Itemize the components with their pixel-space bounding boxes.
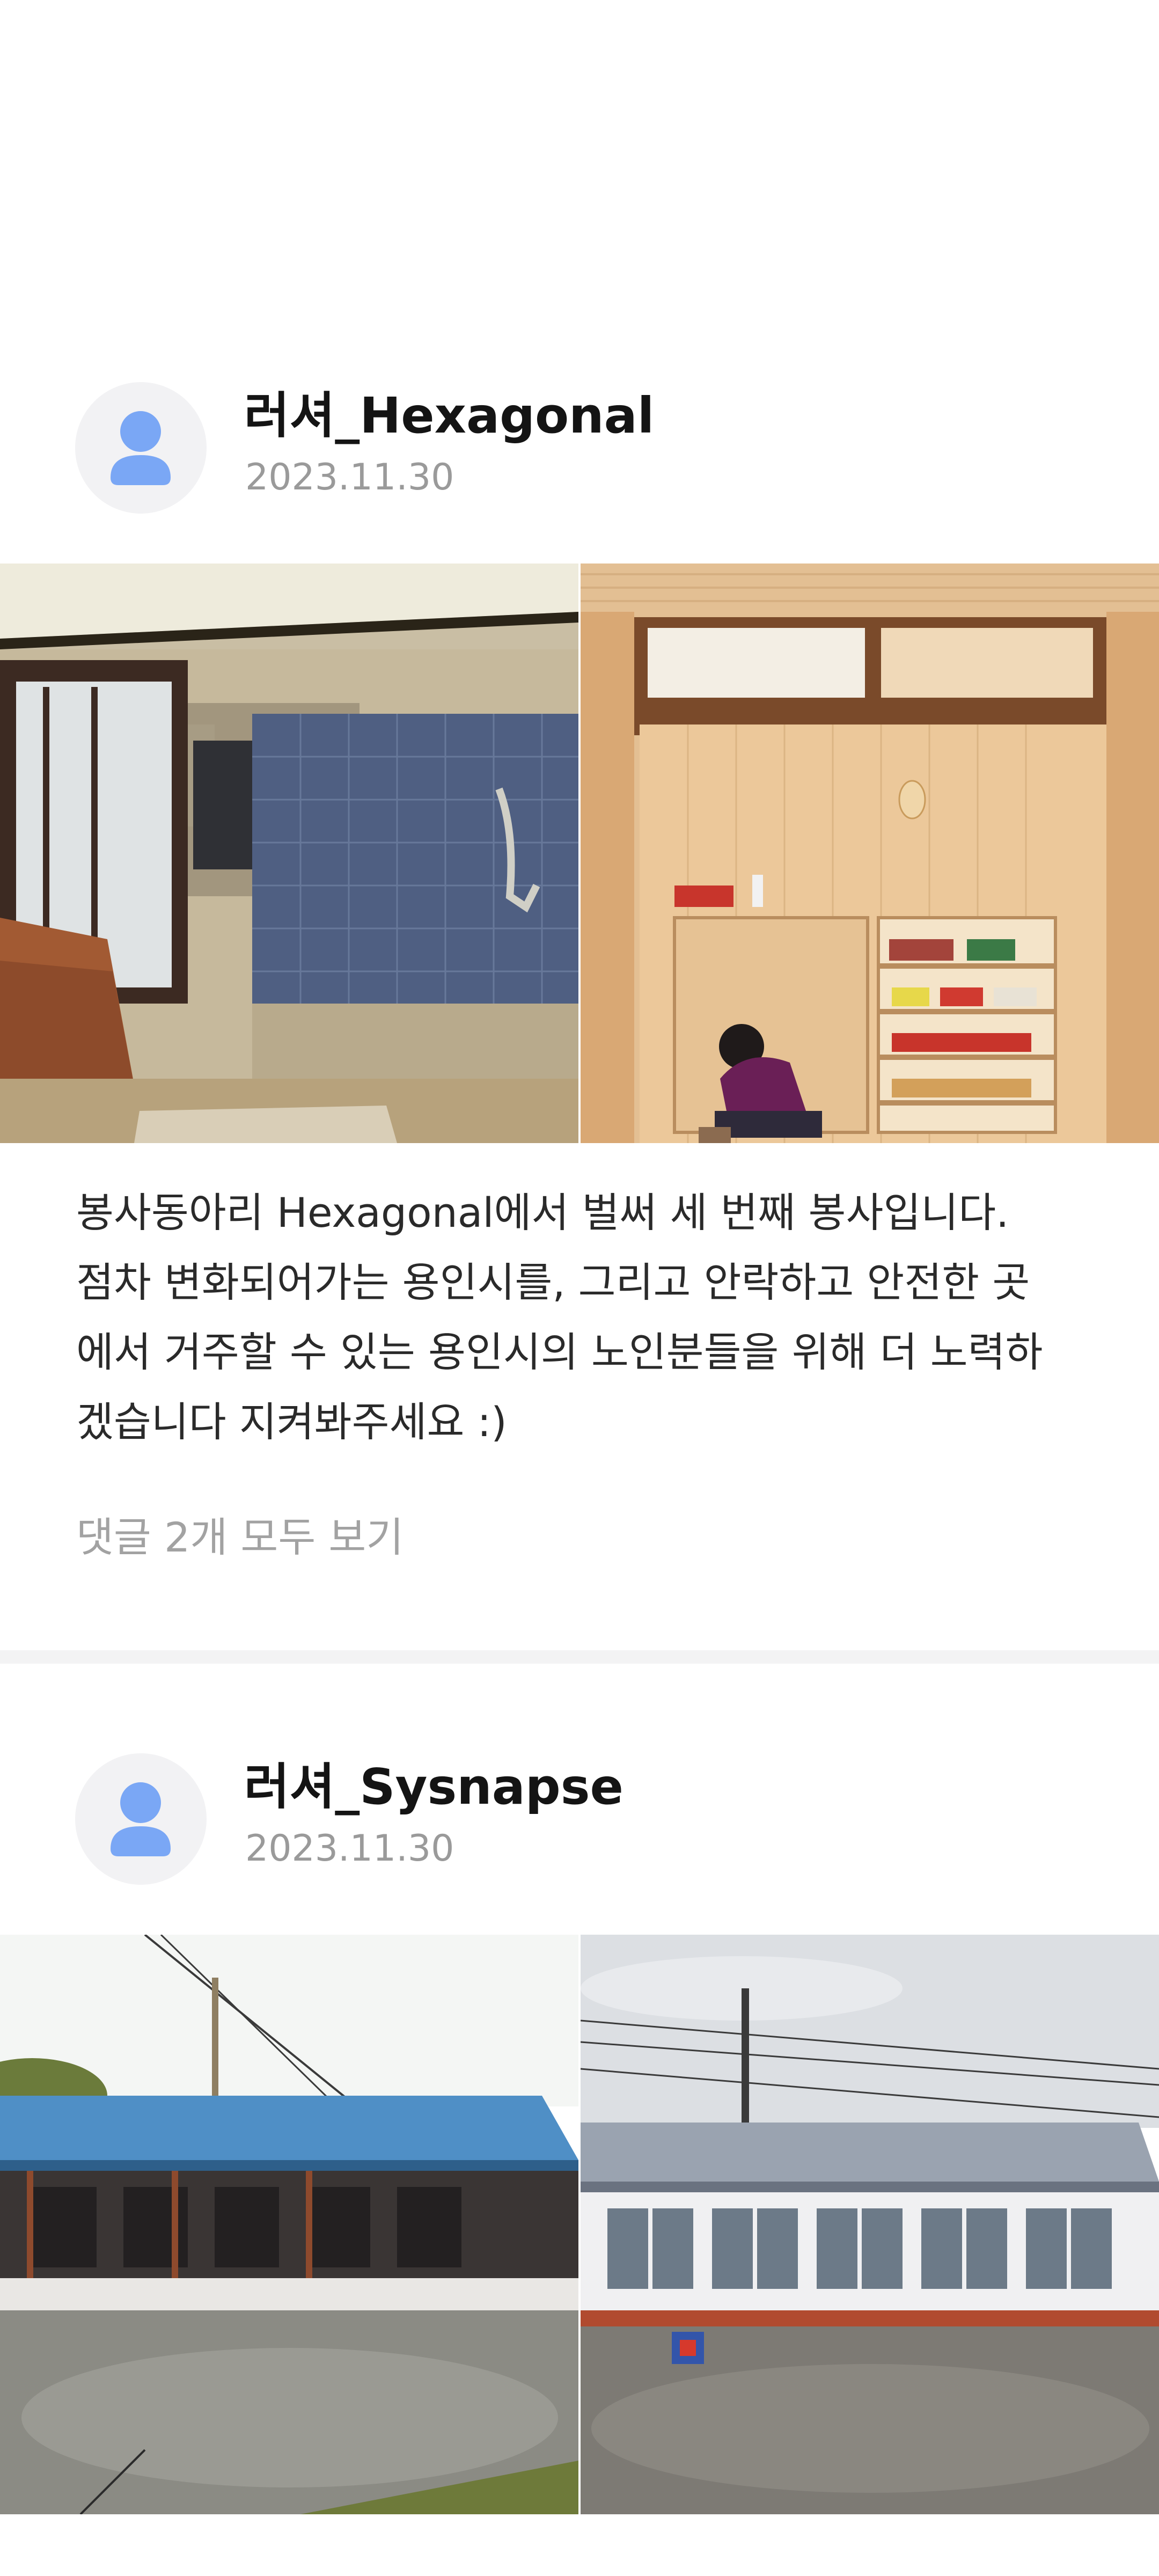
post-date: 2023.11.30 bbox=[245, 456, 454, 499]
post-body-line: 겠습니다 지켜봐주세요 :) bbox=[76, 1398, 507, 1446]
user-avatar[interactable] bbox=[75, 1753, 207, 1885]
house-exterior-before-photo[interactable] bbox=[0, 1935, 578, 2514]
post-author[interactable]: 러셔_Sysnapse bbox=[244, 1758, 623, 1817]
interior-before-renovation-photo[interactable] bbox=[0, 564, 578, 1143]
user-icon bbox=[111, 411, 171, 485]
view-all-comments-link[interactable]: 댓글 2개 모두 보기 bbox=[76, 1503, 404, 1572]
user-icon bbox=[111, 1782, 171, 1856]
post-body: 봉사동아리 Hexagonal에서 벌써 세 번째 봉사입니다. 점차 변화되어… bbox=[76, 1178, 1085, 1457]
post-card: 러셔_Sysnapse 2023.11.30 bbox=[0, 1664, 1159, 2576]
house-exterior-after-photo[interactable] bbox=[581, 1935, 1159, 2514]
post-header: 러셔_Hexagonal 2023.11.30 bbox=[0, 376, 1159, 515]
post-body-line: 에서 거주할 수 있는 용인시의 노인분들을 위해 더 노력하 bbox=[76, 1328, 1043, 1376]
post-body-line: 봉사동아리 Hexagonal에서 벌써 세 번째 봉사입니다. bbox=[76, 1189, 1009, 1236]
post-header: 러셔_Sysnapse 2023.11.30 bbox=[0, 1747, 1159, 1886]
post-divider bbox=[0, 1650, 1159, 1664]
post-body-line: 점차 변화되어가는 용인시를, 그리고 안락하고 안전한 곳 bbox=[76, 1258, 1030, 1306]
post-card: 러셔_Hexagonal 2023.11.30 봉사동아리 Hexagonal에… bbox=[0, 0, 1159, 1650]
user-avatar[interactable] bbox=[75, 382, 207, 514]
post-date: 2023.11.30 bbox=[245, 1827, 454, 1870]
post-photo-grid bbox=[0, 1935, 1159, 2514]
interior-after-renovation-photo[interactable] bbox=[581, 564, 1159, 1143]
post-author[interactable]: 러셔_Hexagonal bbox=[244, 386, 654, 445]
feed: 러셔_Hexagonal 2023.11.30 봉사동아리 Hexagonal에… bbox=[0, 0, 1159, 2576]
post-photo-grid bbox=[0, 564, 1159, 1143]
